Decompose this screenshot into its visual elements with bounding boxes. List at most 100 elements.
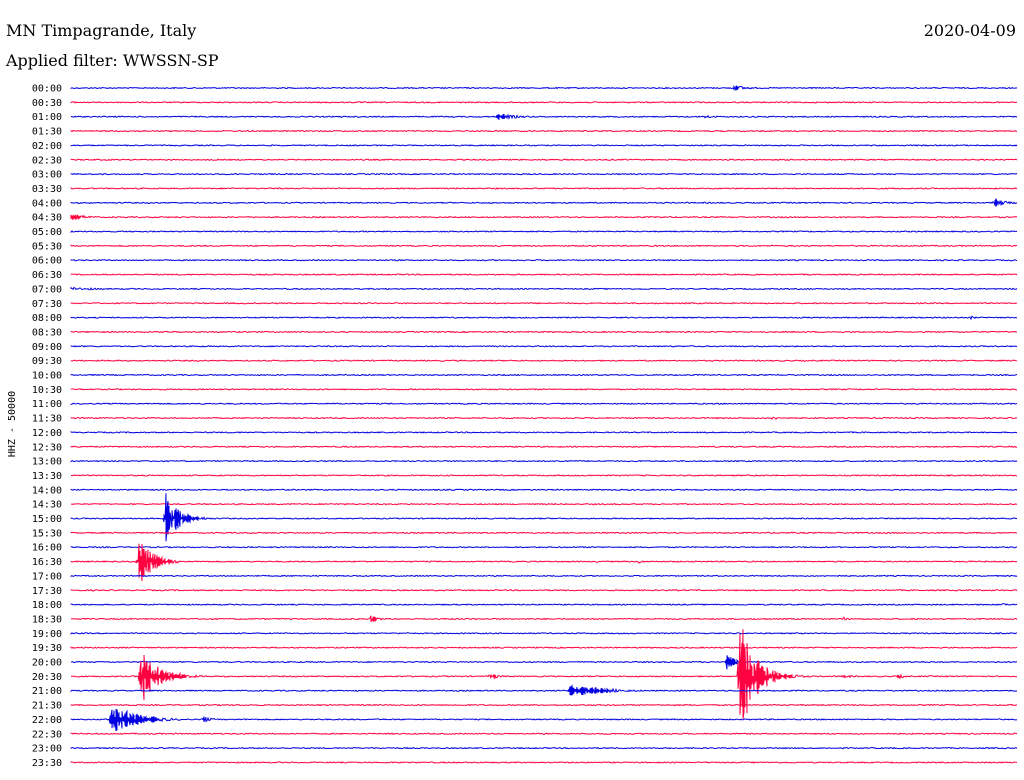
trace-line xyxy=(70,746,1018,750)
row-label: 09:30 xyxy=(32,356,62,367)
trace-line xyxy=(70,632,1018,635)
trace-line xyxy=(70,330,1017,334)
trace-line xyxy=(70,703,1018,707)
row-label: 23:30 xyxy=(32,758,62,769)
trace-line xyxy=(70,84,1018,92)
row-label: 12:30 xyxy=(32,442,62,453)
row-label: 22:30 xyxy=(32,729,62,740)
row-label: 04:30 xyxy=(32,213,62,224)
row-label: 11:30 xyxy=(32,414,62,425)
filter-label: Applied filter: WWSSN-SP xyxy=(5,51,219,70)
trace-line xyxy=(70,345,1018,348)
trace-line xyxy=(70,197,1018,208)
row-label: 18:00 xyxy=(32,600,62,611)
row-label: 19:00 xyxy=(32,629,62,640)
trace-line xyxy=(70,655,1018,670)
row-label: 14:00 xyxy=(32,485,62,496)
row-label: 00:00 xyxy=(32,84,62,95)
row-label: 12:00 xyxy=(32,428,62,439)
trace-line xyxy=(70,101,1018,104)
trace-line xyxy=(70,359,1018,362)
trace-line xyxy=(70,574,1018,578)
row-label: 14:30 xyxy=(32,500,62,511)
row-label: 02:30 xyxy=(32,155,62,166)
row-label: 23:00 xyxy=(32,744,62,755)
trace-line xyxy=(70,474,1018,477)
trace-line xyxy=(70,301,1018,305)
row-label: 01:00 xyxy=(32,112,62,123)
row-label: 07:00 xyxy=(32,284,62,295)
trace-line xyxy=(70,545,1018,549)
trace-line xyxy=(70,445,1017,449)
trace-line xyxy=(70,603,1018,606)
row-label: 00:30 xyxy=(32,98,62,109)
trace-line xyxy=(70,431,1018,434)
trace-line xyxy=(70,488,1018,492)
trace-line xyxy=(70,493,1018,542)
trace-line xyxy=(70,708,1018,732)
row-label: 16:00 xyxy=(32,543,62,554)
trace-rows xyxy=(70,84,1018,764)
row-label: 04:00 xyxy=(32,198,62,209)
channel-axis-label: HHZ - 50000 xyxy=(7,391,18,457)
trace-line xyxy=(70,230,1018,234)
trace-line xyxy=(70,761,1018,764)
trace-line xyxy=(70,589,1018,592)
trace-line xyxy=(70,388,1018,391)
row-label: 19:30 xyxy=(32,643,62,654)
row-label: 15:00 xyxy=(32,514,62,525)
row-label: 06:00 xyxy=(32,256,62,267)
trace-line xyxy=(70,258,1018,262)
trace-line xyxy=(70,315,1018,321)
row-label: 21:00 xyxy=(32,686,62,697)
trace-line xyxy=(70,172,1018,176)
trace-line xyxy=(70,144,1018,147)
trace-line xyxy=(70,732,1018,736)
record-date: 2020-04-09 xyxy=(924,21,1016,40)
row-label: 21:30 xyxy=(32,701,62,712)
trace-line xyxy=(70,615,1018,623)
station-title: MN Timpagrande, Italy xyxy=(6,21,196,40)
row-label: 10:30 xyxy=(32,385,62,396)
row-label: 07:30 xyxy=(32,299,62,310)
row-label: 18:30 xyxy=(32,614,62,625)
row-label: 13:00 xyxy=(32,457,62,468)
row-label: 03:00 xyxy=(32,170,62,181)
trace-line xyxy=(70,646,1018,649)
trace-line xyxy=(70,286,1018,291)
row-label: 10:00 xyxy=(32,371,62,382)
row-label: 22:00 xyxy=(32,715,62,726)
trace-line xyxy=(70,158,1018,162)
trace-line xyxy=(71,502,1018,506)
row-label: 11:00 xyxy=(32,399,62,410)
trace-line xyxy=(70,459,1018,463)
row-label: 20:30 xyxy=(32,672,62,683)
row-label: 08:00 xyxy=(32,313,62,324)
trace-line xyxy=(70,273,1018,276)
trace-line xyxy=(70,402,1018,405)
row-label: 20:00 xyxy=(32,658,62,669)
row-label: 06:30 xyxy=(32,270,62,281)
row-label: 02:00 xyxy=(32,141,62,152)
trace-line xyxy=(70,373,1018,377)
trace-line xyxy=(70,113,1018,121)
trace-line xyxy=(70,129,1018,133)
row-time-labels: 00:00 00:30 01:00 01:30 02:00 02:30 03:00 03:30… xyxy=(32,84,62,769)
row-label: 01:30 xyxy=(32,127,62,138)
row-label: 16:30 xyxy=(32,557,62,568)
trace-line xyxy=(70,214,1018,221)
row-label: 05:30 xyxy=(32,241,62,252)
trace-line xyxy=(70,244,1018,248)
row-label: 17:00 xyxy=(32,571,62,582)
row-label: 08:30 xyxy=(32,327,62,338)
row-label: 15:30 xyxy=(32,528,62,539)
trace-line xyxy=(70,187,1018,190)
row-label: 13:30 xyxy=(32,471,62,482)
row-label: 05:00 xyxy=(32,227,62,238)
trace-line xyxy=(70,684,1018,696)
row-label: 09:00 xyxy=(32,342,62,353)
trace-line xyxy=(70,416,1018,420)
trace-line xyxy=(70,531,1018,535)
seismogram-plot: MN Timpagrande, Italy 2020-04-09 Applied… xyxy=(5,21,1018,769)
row-label: 17:30 xyxy=(32,586,62,597)
